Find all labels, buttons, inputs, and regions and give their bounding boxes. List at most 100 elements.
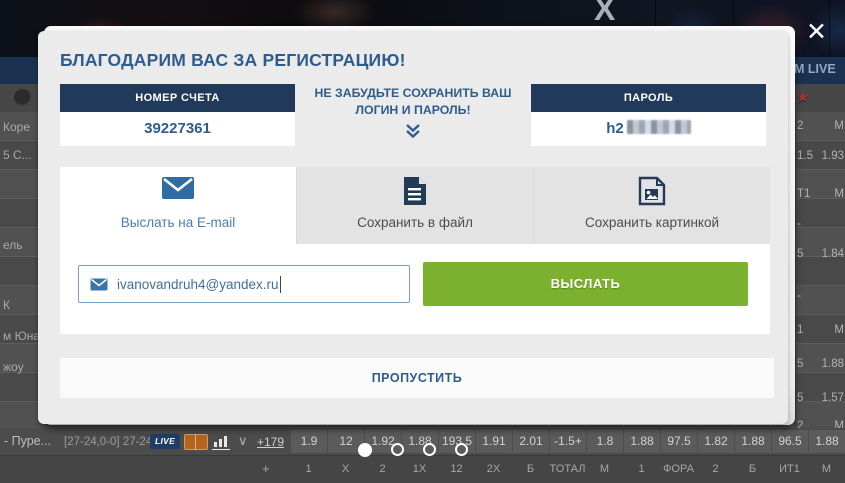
team-name[interactable]: - Пуре... (4, 434, 51, 448)
account-number-box: НОМЕР СЧЕТА 39227361 (60, 84, 295, 146)
odds-fragment: 5 (797, 392, 803, 404)
favorites-star-icon[interactable]: ★ (796, 88, 809, 106)
odds-fragment: 5 (797, 248, 803, 260)
more-markets-link[interactable]: +179 (257, 435, 284, 449)
table-row-fragment: - (797, 218, 844, 230)
market-headers-row: + 1X21X122XБТОТАЛМ1ФОРА2БИТ1М (0, 455, 845, 483)
table-text-fragment: ель (3, 238, 23, 252)
carousel-dot[interactable] (358, 443, 372, 457)
table-row-fragment: 2 М (797, 120, 844, 132)
skip-button[interactable]: ПРОПУСТИТЬ (60, 358, 774, 398)
odds-value-cell[interactable]: 97.5 (660, 430, 697, 453)
market-header-cell: 1X (401, 456, 438, 483)
reminder-line2: ЛОГИН И ПАРОЛЬ! (295, 102, 531, 119)
email-input[interactable]: ivanovandruh4@yandex.ru (78, 265, 410, 303)
carousel-dot[interactable] (391, 443, 404, 456)
password-box: ПАРОЛЬ h2 (531, 84, 766, 146)
market-header-cell: М (586, 456, 623, 483)
odds-fragment: 1.84 (822, 248, 844, 260)
credentials-row: НОМЕР СЧЕТА 39227361 НЕ ЗАБУДЬТЕ СОХРАНИ… (60, 84, 766, 146)
password-pixelated-mask (627, 120, 691, 134)
tab-label: Сохранить картинкой (534, 215, 770, 230)
password-header: ПАРОЛЬ (531, 84, 766, 112)
odds-fragment: М (834, 324, 844, 336)
table-row-fragment: 1.5 1.93 (797, 150, 844, 162)
save-options-panel: Выслать на E-mail Сохранить в файл (60, 167, 770, 334)
odds-value-cell[interactable]: 96.5 (771, 430, 808, 453)
odds-value-cell[interactable]: 1.82 (697, 430, 734, 453)
odds-value-cell[interactable]: 1.91 (475, 430, 512, 453)
odds-value-cell[interactable]: 1.88 (623, 430, 660, 453)
account-number-header: НОМЕР СЧЕТА (60, 84, 295, 112)
table-column-divider (795, 84, 796, 428)
market-header-cell: 2 (697, 456, 734, 483)
tab-save-file[interactable]: Сохранить в файл (296, 167, 533, 244)
odds-fragment: 2 (797, 120, 803, 132)
odds-value-cell[interactable]: 2.01 (512, 430, 549, 453)
basketball-court-icon[interactable] (184, 434, 208, 450)
odds-fragment: М (834, 188, 844, 200)
market-header-cell: Б (734, 456, 771, 483)
market-header-cell: 1 (290, 456, 327, 483)
registration-success-modal: БЛАГОДАРИМ ВАС ЗА РЕГИСТРАЦИЮ! НОМЕР СЧЕ… (38, 31, 788, 424)
carousel-dots (358, 443, 468, 457)
odds-fragment: Т1 (797, 188, 810, 200)
carousel-dot[interactable] (455, 443, 468, 456)
statistics-chart-icon[interactable] (212, 434, 230, 450)
email-input-value: ivanovandruh4@yandex.ru (117, 277, 279, 292)
odds-fragment: 1 (797, 324, 803, 336)
market-header-cell: 2 (364, 456, 401, 483)
envelope-icon (90, 278, 108, 291)
table-row-fragment: - (797, 290, 844, 302)
live-badge: LIVE (150, 434, 180, 449)
modal-title: БЛАГОДАРИМ ВАС ЗА РЕГИСТРАЦИЮ! (60, 50, 406, 71)
table-row-fragment: 1 М (797, 324, 844, 336)
email-send-row: ivanovandruh4@yandex.ru ВЫСЛАТЬ (60, 244, 770, 334)
odds-fragment: 5 (797, 358, 803, 370)
match-score: [27-24,0-0] 27-24 (64, 436, 152, 448)
table-text-fragment: Коре (3, 120, 30, 134)
odds-fragment: - (797, 290, 801, 302)
save-credentials-reminder: НЕ ЗАБУДЬТЕ СОХРАНИТЬ ВАШ ЛОГИН И ПАРОЛЬ… (295, 84, 531, 146)
market-header-cell: 2X (475, 456, 512, 483)
odds-fragment: - (797, 218, 801, 230)
text-cursor (280, 276, 281, 293)
nav-live-link[interactable]: М LIVE (794, 62, 836, 76)
image-icon (534, 176, 770, 211)
double-chevron-down-icon (404, 123, 422, 138)
tab-label: Сохранить в файл (297, 215, 533, 230)
odds-fragment: 1.5 (797, 150, 813, 162)
send-button[interactable]: ВЫСЛАТЬ (423, 262, 748, 306)
file-icon (297, 176, 533, 211)
table-text-fragment: 5 С... (3, 148, 32, 162)
odds-value-cell[interactable]: 1.9 (290, 430, 327, 453)
market-header-cell: Б (512, 456, 549, 483)
table-text-fragment: жоу (3, 360, 24, 374)
tab-label: Выслать на E-mail (60, 215, 296, 230)
chevron-down-icon[interactable]: ∨ (238, 433, 248, 449)
password-value: h2 (531, 112, 766, 146)
tab-save-image[interactable]: Сохранить картинкой (533, 167, 770, 244)
envelope-icon (60, 176, 296, 205)
odds-value-cell[interactable]: 1.88 (808, 430, 845, 453)
carousel-dot[interactable] (423, 443, 436, 456)
odds-value-cell[interactable]: 1.8 (586, 430, 623, 453)
market-header-cell: 1 (623, 456, 660, 483)
table-row-fragment: 5 1.88 (797, 358, 844, 370)
banner-divider (829, 0, 830, 57)
tab-send-email[interactable]: Выслать на E-mail (60, 167, 296, 244)
odds-value-cell[interactable]: 1.88 (734, 430, 771, 453)
market-header-plus: + (262, 461, 270, 476)
table-row-fragment: 5 1.57 (797, 392, 844, 404)
password-visible-part: h2 (606, 120, 624, 137)
account-number-value: 39227361 (60, 112, 295, 146)
market-header-cell: ФОРА (660, 456, 697, 483)
close-icon[interactable]: ✕ (806, 20, 827, 45)
table-text-fragment: м Юна (3, 329, 40, 343)
odds-value-cell[interactable]: -1.5+ (549, 430, 586, 453)
market-headers: 1X21X122XБТОТАЛМ1ФОРА2БИТ1М (290, 456, 845, 483)
banner-graphic-x: X (594, 0, 615, 28)
sport-icon[interactable] (14, 89, 31, 106)
table-row-fragment: 5 1.84 (797, 248, 844, 260)
market-header-cell: ИТ1 (771, 456, 808, 483)
